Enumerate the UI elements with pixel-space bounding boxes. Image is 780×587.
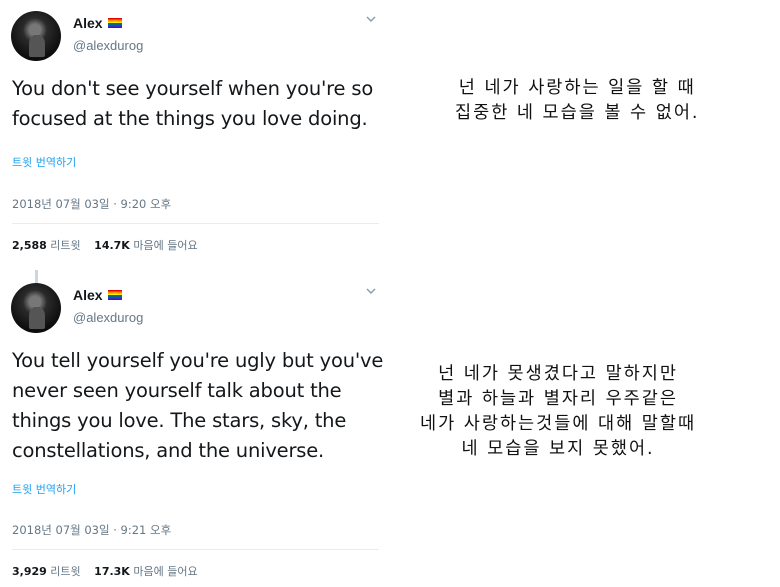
username-handle[interactable]: @alexdurog: [73, 310, 143, 325]
username-handle[interactable]: @alexdurog: [73, 38, 143, 53]
rainbow-flag-icon: [107, 18, 122, 28]
tweet-card: Alex @alexdurog You tell yourself you're…: [0, 272, 395, 587]
tweet-card: Alex @alexdurog You don't see yourself w…: [0, 0, 395, 284]
tweet-stats: 2,588 리트윗 14.7K 마음에 들어요: [12, 237, 198, 253]
avatar[interactable]: [11, 283, 61, 333]
translate-tweet-link[interactable]: 트윗 번역하기: [12, 481, 76, 497]
display-name-text: Alex: [73, 15, 103, 31]
korean-translation: 넌 네가 못생겼다고 말하지만 별과 하늘과 별자리 우주같은 네가 사랑하는것…: [420, 364, 697, 459]
tweet-timestamp[interactable]: 2018년 07월 03일 · 9:20 오후: [12, 196, 171, 212]
tweet-timestamp[interactable]: 2018년 07월 03일 · 9:21 오후: [12, 522, 171, 538]
korean-translation: 넌 네가 사랑하는 일을 할 때 집중한 네 모습을 볼 수 없어.: [455, 78, 700, 123]
display-name[interactable]: Alex: [73, 15, 122, 31]
retweet-label[interactable]: 리트윗: [50, 565, 80, 578]
tweet-text: You tell yourself you're ugly but you've…: [12, 349, 384, 462]
tweet-text: You don't see yourself when you're so fo…: [12, 77, 374, 130]
like-count[interactable]: 14.7K: [94, 239, 130, 252]
divider: [12, 549, 379, 550]
rainbow-flag-icon: [107, 290, 122, 300]
divider: [12, 223, 379, 224]
tweet-stats: 3,929 리트윗 17.3K 마음에 들어요: [12, 563, 198, 579]
translate-tweet-link[interactable]: 트윗 번역하기: [12, 154, 76, 170]
like-label[interactable]: 마음에 들어요: [133, 565, 197, 578]
like-label[interactable]: 마음에 들어요: [133, 239, 197, 252]
avatar[interactable]: [11, 11, 61, 61]
chevron-down-icon[interactable]: [366, 14, 376, 24]
retweet-label[interactable]: 리트윗: [50, 239, 80, 252]
retweet-count[interactable]: 3,929: [12, 565, 47, 578]
display-name-text: Alex: [73, 287, 103, 303]
display-name[interactable]: Alex: [73, 287, 122, 303]
retweet-count[interactable]: 2,588: [12, 239, 47, 252]
chevron-down-icon[interactable]: [366, 286, 376, 296]
like-count[interactable]: 17.3K: [94, 565, 130, 578]
